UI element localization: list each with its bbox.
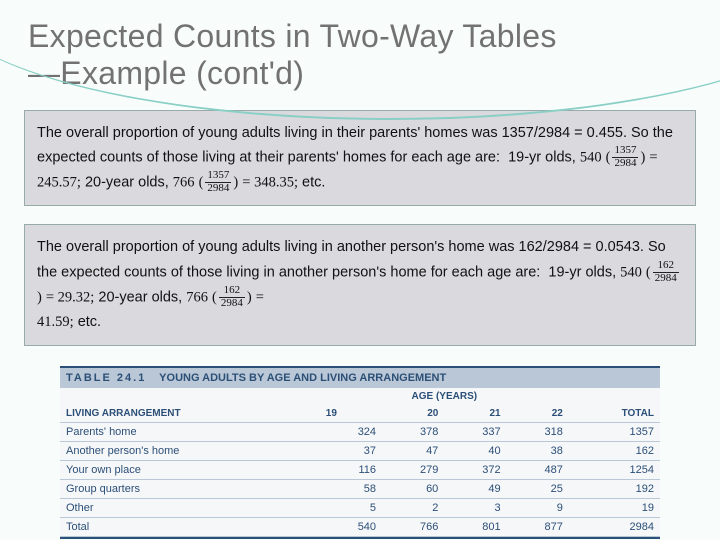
cell: 279 (382, 460, 444, 479)
title-line-2: —Example (cont'd) (28, 55, 304, 91)
cell: 116 (320, 460, 382, 479)
cell: 324 (320, 422, 382, 441)
box1-b-label: 20-year olds, (85, 175, 169, 191)
col-living-arrangement: LIVING ARRANGEMENT (60, 388, 320, 423)
row-label: Other (60, 498, 320, 517)
cell: 801 (444, 517, 506, 536)
data-table-wrap: TABLE 24.1 YOUNG ADULTS BY AGE AND LIVIN… (60, 366, 660, 539)
box1-a-n: 540 (580, 150, 602, 166)
cell: 19 (569, 498, 660, 517)
cell: 192 (569, 479, 660, 498)
table-row: Another person's home37474038162 (60, 441, 660, 460)
box2-a-result: = 29.32; (46, 290, 94, 306)
row-label: Another person's home (60, 441, 320, 460)
row-label: Group quarters (60, 479, 320, 498)
box1-b-frac: 13572984 (203, 170, 233, 195)
table-row: Your own place1162793724871254 (60, 460, 660, 479)
cell: 540 (320, 517, 382, 536)
frac-num: 1357 (205, 170, 231, 183)
box1-intro: The overall proportion of young adults l… (37, 125, 673, 166)
cell: 318 (507, 422, 569, 441)
box2-b-frac: 1622984 (217, 285, 247, 310)
cell: 372 (444, 460, 506, 479)
box1-a-frac: 13572984 (610, 145, 640, 170)
frac-num: 162 (653, 260, 679, 273)
box1-b-result: = 348.35; (242, 175, 298, 191)
table-row: Parents' home3243783373181357 (60, 422, 660, 441)
cell: 1357 (569, 422, 660, 441)
box1-a-label: 19-yr olds, (508, 150, 576, 166)
box2-a-n: 540 (620, 264, 642, 280)
cell: 49 (444, 479, 506, 498)
col-21: 21 (444, 405, 506, 423)
table-caption: TABLE 24.1 YOUNG ADULTS BY AGE AND LIVIN… (60, 368, 660, 388)
age-group-header: AGE (YEARS) (320, 388, 569, 405)
cell: 5 (320, 498, 382, 517)
frac-num: 162 (219, 285, 245, 298)
frac-den: 2984 (219, 298, 245, 311)
table-row: Other523919 (60, 498, 660, 517)
explanation-box-2: The overall proportion of young adults l… (24, 224, 696, 345)
frac-den: 2984 (653, 273, 679, 286)
table-caption-text: YOUNG ADULTS BY AGE AND LIVING ARRANGEME… (159, 372, 446, 384)
cell: 37 (320, 441, 382, 460)
rparen: ) (233, 175, 238, 191)
box2-b-result: = (256, 290, 264, 306)
cell: 487 (507, 460, 569, 479)
frac-num: 1357 (612, 145, 638, 158)
col-19: 19 (320, 405, 382, 423)
cell: 378 (382, 422, 444, 441)
cell: 2 (382, 498, 444, 517)
rparen: ) (37, 290, 42, 306)
cell: 337 (444, 422, 506, 441)
cell: 9 (507, 498, 569, 517)
box1-etc: etc. (302, 175, 325, 191)
table-row: Total5407668018772984 (60, 517, 660, 536)
row-label: Your own place (60, 460, 320, 479)
table-row: Group quarters58604925192 (60, 479, 660, 498)
cell: 2984 (569, 517, 660, 536)
cell: 766 (382, 517, 444, 536)
cell: 162 (569, 441, 660, 460)
box2-b-n: 766 (186, 290, 208, 306)
data-table: LIVING ARRANGEMENT AGE (YEARS) TOTAL 19 … (60, 388, 660, 537)
slide-title: Expected Counts in Two-Way Tables —Examp… (0, 0, 720, 92)
frac-den: 2984 (612, 158, 638, 171)
box1-b-n: 766 (173, 175, 195, 191)
frac-den: 2984 (205, 183, 231, 196)
box2-b-label: 20-year olds, (98, 290, 182, 306)
cell: 1254 (569, 460, 660, 479)
title-line-1: Expected Counts in Two-Way Tables (28, 18, 557, 54)
box2-etc: etc. (78, 314, 101, 330)
col-total: TOTAL (569, 388, 660, 423)
cell: 60 (382, 479, 444, 498)
cell: 40 (444, 441, 506, 460)
rparen: ) (247, 290, 252, 306)
col-20: 20 (382, 405, 444, 423)
cell: 877 (507, 517, 569, 536)
cell: 25 (507, 479, 569, 498)
row-label: Parents' home (60, 422, 320, 441)
col-22: 22 (507, 405, 569, 423)
row-label: Total (60, 517, 320, 536)
box2-a-frac: 1622984 (651, 260, 681, 285)
rparen: ) (640, 150, 645, 166)
box2-a-label: 19-yr olds, (548, 264, 616, 280)
cell: 58 (320, 479, 382, 498)
cell: 3 (444, 498, 506, 517)
table-number: TABLE 24.1 (66, 372, 146, 384)
cell: 38 (507, 441, 569, 460)
cell: 47 (382, 441, 444, 460)
box2-b-result2: 41.59; (37, 314, 74, 330)
table-body: Parents' home3243783373181357Another per… (60, 422, 660, 536)
explanation-box-1: The overall proportion of young adults l… (24, 110, 696, 207)
